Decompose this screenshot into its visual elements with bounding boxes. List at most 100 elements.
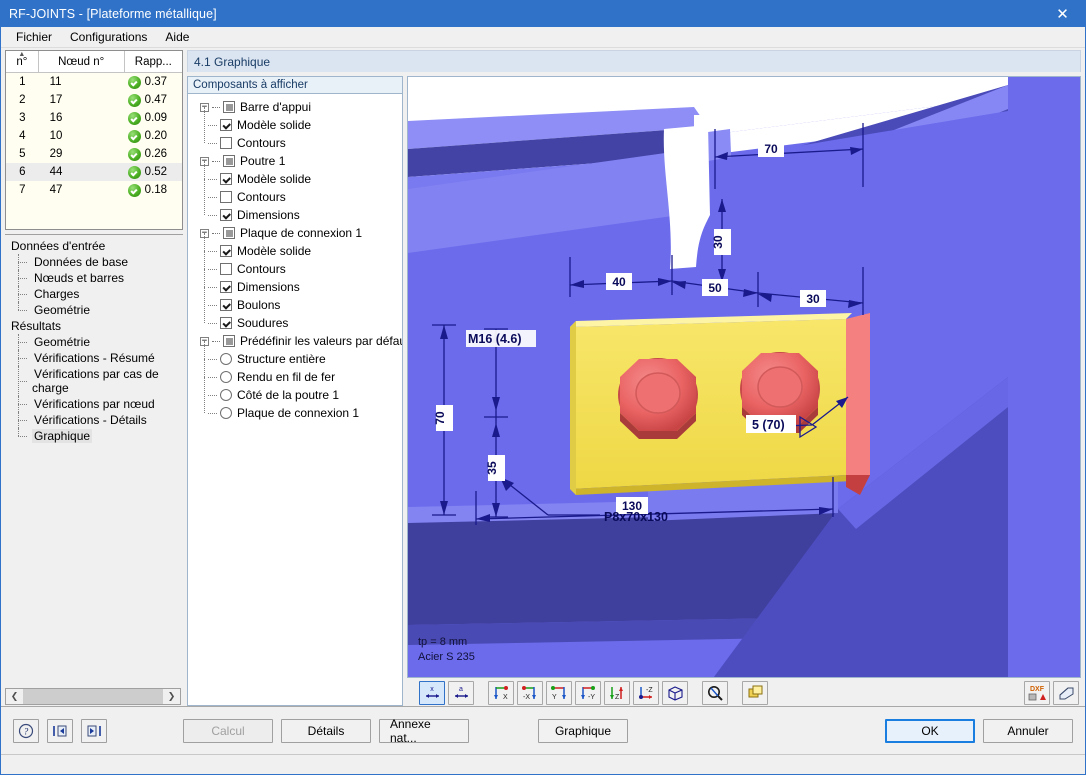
- sidebar-item-geom-trie[interactable]: Geométrie: [10, 334, 183, 350]
- view-x-axis-icon[interactable]: x: [419, 681, 445, 705]
- partial-check-mark: [225, 337, 233, 345]
- sidebar-item-label: Geométrie: [34, 303, 91, 317]
- export-dxf-icon[interactable]: DXF: [1024, 681, 1050, 705]
- table-row[interactable]: 6 44 0.52: [6, 163, 182, 181]
- results-grid: ▲ n° Nœud n° Rapp... 1 11 0.37 2 17 0.47 3 16 0.…: [5, 50, 183, 230]
- sidebar-item-n-uds-et-barres[interactable]: Nœuds et barres: [10, 270, 183, 286]
- menu-item-fichier[interactable]: Fichier: [7, 28, 61, 46]
- group-checkbox[interactable]: [223, 335, 235, 347]
- table-row[interactable]: 3 16 0.09: [6, 109, 182, 127]
- sidebar-item-v-rifications-par-n-ud[interactable]: Vérifications par nœud: [10, 396, 183, 412]
- window-title: RF-JOINTS - [Plateforme métallique]: [9, 7, 217, 21]
- graphic-viewport[interactable]: 70 30 40 50 30 70 35 130 M16 (4.6) 5 (70…: [407, 76, 1081, 678]
- component-option[interactable]: Structure entière: [192, 341, 402, 368]
- group-checkbox[interactable]: [223, 101, 235, 113]
- menu-item-configurations[interactable]: Configurations: [61, 28, 156, 46]
- checkbox-contours[interactable]: [220, 191, 232, 203]
- table-row[interactable]: 5 29 0.26: [6, 145, 182, 163]
- component-option[interactable]: Contours: [192, 126, 402, 152]
- component-option-label: Plaque de connexion 1: [237, 406, 360, 420]
- sidebar-item-graphique[interactable]: Graphique: [10, 428, 183, 444]
- group-checkbox[interactable]: [223, 155, 235, 167]
- view-isometric-icon[interactable]: [662, 681, 688, 705]
- component-option[interactable]: Boulons: [192, 287, 402, 314]
- component-option[interactable]: Soudures: [192, 306, 402, 332]
- component-option[interactable]: Côté de la poutre 1: [192, 377, 402, 404]
- checkbox-dimensions[interactable]: [220, 209, 232, 221]
- print-icon[interactable]: [1053, 681, 1079, 705]
- view-minus-z-icon[interactable]: -Z: [633, 681, 659, 705]
- component-group[interactable]: − Poutre 1: [192, 152, 402, 170]
- view-plus-y-icon[interactable]: Y: [546, 681, 572, 705]
- sidebar-item-v-rifications-r-sum[interactable]: Vérifications - Résumé: [10, 350, 183, 366]
- component-group[interactable]: − Prédéfinir les valeurs par défaut: [192, 332, 402, 350]
- details-button[interactable]: Détails: [281, 718, 371, 743]
- group-checkbox[interactable]: [223, 227, 235, 239]
- menu-item-aide[interactable]: Aide: [156, 28, 198, 46]
- checkbox-boulons[interactable]: [220, 299, 232, 311]
- component-option[interactable]: Modèle solide: [192, 233, 402, 260]
- checkbox-mod-le-solide[interactable]: [220, 119, 232, 131]
- checkbox-contours[interactable]: [220, 263, 232, 275]
- status-ok-icon: [127, 93, 141, 107]
- status-ok-icon: [127, 183, 141, 197]
- scrollbar-thumb[interactable]: [23, 689, 163, 704]
- component-group[interactable]: − Plaque de connexion 1: [192, 224, 402, 242]
- view-plus-z-icon[interactable]: Z: [604, 681, 630, 705]
- sidebar-item-v-rifications-d-tails[interactable]: Vérifications - Détails: [10, 412, 183, 428]
- component-option[interactable]: Modèle solide: [192, 161, 402, 188]
- grid-col-ratio[interactable]: Rapp...: [125, 51, 182, 72]
- sidebar-item-v-rifications-par-cas-de-charge[interactable]: Vérifications par cas de charge: [10, 366, 183, 396]
- checkbox-contours[interactable]: [220, 137, 232, 149]
- sidebar-item-charges[interactable]: Charges: [10, 286, 183, 302]
- ok-button[interactable]: OK: [885, 718, 975, 743]
- graphique-button[interactable]: Graphique: [538, 718, 628, 743]
- zoom-reset-icon[interactable]: [702, 681, 728, 705]
- render-mode-icon[interactable]: [742, 681, 768, 705]
- tree-elbow: [208, 376, 217, 378]
- component-option[interactable]: Modèle solide: [192, 107, 402, 134]
- view-a-axis-icon[interactable]: a: [448, 681, 474, 705]
- component-group[interactable]: − Barre d'appui: [192, 98, 402, 116]
- calcul-button[interactable]: Calcul: [183, 718, 273, 743]
- help-button[interactable]: ?: [13, 718, 39, 743]
- component-option[interactable]: Rendu en fil de fer: [192, 359, 402, 386]
- component-option[interactable]: Contours: [192, 179, 402, 206]
- view-minus-y-icon[interactable]: -Y: [575, 681, 601, 705]
- sidebar-item-geom-trie[interactable]: Geométrie: [10, 302, 183, 318]
- scroll-right-icon[interactable]: ❯: [163, 689, 180, 704]
- nav-group-header: Résultats: [11, 319, 62, 333]
- annuler-button[interactable]: Annuler: [983, 718, 1073, 743]
- previous-button[interactable]: [47, 718, 73, 743]
- component-option[interactable]: Dimensions: [192, 198, 402, 224]
- checkbox-soudures[interactable]: [220, 317, 232, 329]
- view-minus-x-icon[interactable]: -X: [517, 681, 543, 705]
- scroll-left-icon[interactable]: ❮: [6, 689, 23, 704]
- radio-rendu-en-fil-de-fer[interactable]: [220, 371, 232, 383]
- table-row[interactable]: 7 47 0.18: [6, 181, 182, 199]
- component-option[interactable]: Dimensions: [192, 269, 402, 296]
- component-option[interactable]: Contours: [192, 251, 402, 278]
- table-row[interactable]: 4 10 0.20: [6, 127, 182, 145]
- checkbox-dimensions[interactable]: [220, 281, 232, 293]
- radio-c-t-de-la-poutre-1[interactable]: [220, 389, 232, 401]
- status-ok-icon: [127, 147, 141, 161]
- radio-plaque-de-connexion-1[interactable]: [220, 407, 232, 419]
- annexe-nationale-button[interactable]: Annexe nat...: [379, 717, 469, 745]
- radio-structure-enti-re[interactable]: [220, 353, 232, 365]
- next-button[interactable]: [81, 718, 107, 743]
- sidebar-item-label: Vérifications par nœud: [34, 397, 155, 411]
- table-row[interactable]: 1 11 0.37: [6, 73, 182, 91]
- checkbox-mod-le-solide[interactable]: [220, 245, 232, 257]
- checkbox-mod-le-solide[interactable]: [220, 173, 232, 185]
- menu-bar: Fichier Configurations Aide: [1, 27, 1085, 48]
- dim-70-top: 70: [764, 142, 778, 156]
- table-row[interactable]: 2 17 0.47: [6, 91, 182, 109]
- sidebar-item-donn-es-de-base[interactable]: Données de base: [10, 254, 183, 270]
- close-icon[interactable]: ✕: [1040, 1, 1085, 27]
- grid-col-node[interactable]: Nœud n°: [39, 51, 125, 72]
- component-option[interactable]: Plaque de connexion 1: [192, 396, 402, 422]
- view-plus-x-icon[interactable]: X: [488, 681, 514, 705]
- horizontal-scrollbar[interactable]: ❮ ❯: [5, 688, 181, 705]
- grid-col-number[interactable]: ▲ n°: [6, 51, 39, 72]
